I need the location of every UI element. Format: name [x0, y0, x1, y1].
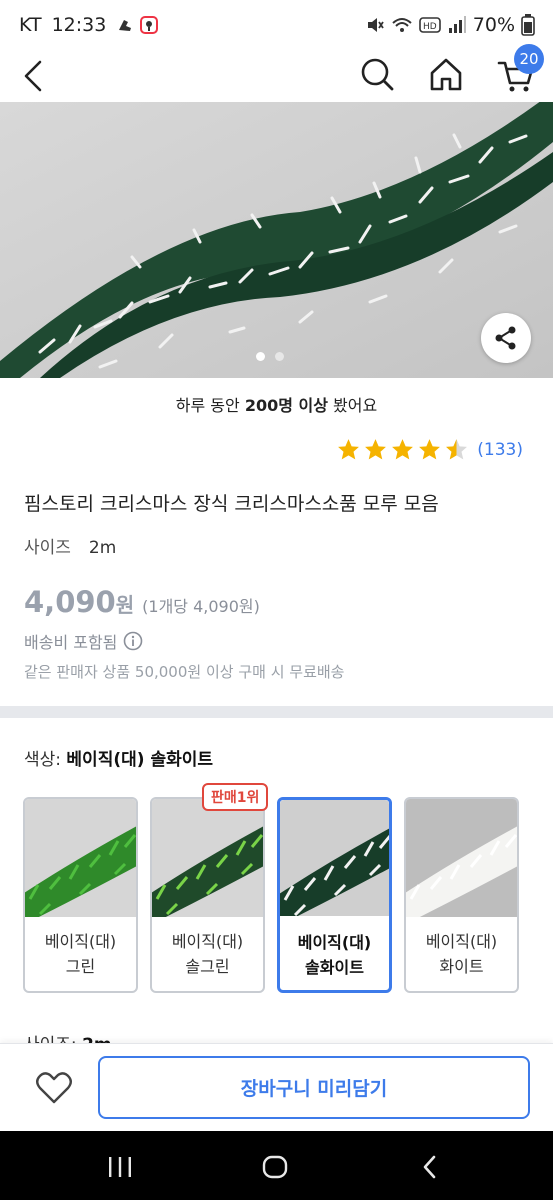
- add-to-cart-button[interactable]: 장바구니 미리담기: [98, 1056, 530, 1119]
- top-nav-bar: 20: [0, 44, 553, 102]
- carousel-dot: [275, 352, 284, 361]
- boot-notification-icon: [119, 20, 132, 31]
- size-info-value: 2m: [88, 538, 117, 558]
- system-back-icon[interactable]: [420, 1155, 440, 1179]
- option-thumbnail: [152, 799, 263, 917]
- star-full-icon: [338, 439, 360, 460]
- shipping-text: 배송비 포함됨: [24, 633, 118, 652]
- view-count-text: 하루 동안 200명 이상 봤어요: [0, 392, 553, 416]
- color-option-sol-green[interactable]: 판매1위 베이직(대) 솔그린: [150, 783, 269, 993]
- free-shipping-note: 같은 판매자 상품 50,000원 이상 구매 시 무료배송: [24, 663, 345, 681]
- color-option-sol-white[interactable]: 베이직(대) 솔화이트: [277, 797, 392, 993]
- views-count: 200명 이상: [244, 396, 328, 415]
- clock: 12:33: [51, 14, 107, 36]
- recent-apps-icon[interactable]: [107, 1156, 133, 1178]
- signal-icon: [448, 16, 466, 33]
- option-label: 베이직(대) 화이트: [406, 917, 517, 979]
- carousel-dot: [256, 352, 265, 361]
- price: 4,090원: [24, 585, 134, 619]
- color-option-white[interactable]: 베이직(대) 화이트: [404, 797, 519, 993]
- size-info: 사이즈 2m: [24, 533, 134, 558]
- best-seller-badge: 판매1위: [202, 783, 269, 811]
- star-full-icon: [392, 439, 414, 460]
- option-label-line2: 솔그린: [185, 957, 230, 976]
- option-label: 베이직(대) 그린: [25, 917, 136, 979]
- option-thumbnail: [406, 799, 517, 917]
- option-label-line2: 그린: [65, 957, 96, 976]
- carrier-label: KT: [19, 14, 42, 36]
- status-left: KT 12:33: [19, 14, 159, 36]
- status-right: HD 70%: [365, 14, 535, 36]
- unit-price: (1개당 4,090원): [142, 597, 260, 616]
- option-label: 베이직(대) 솔그린: [152, 917, 263, 979]
- star-half-icon: [446, 439, 468, 460]
- option-label-line1: 베이직(대): [44, 932, 117, 951]
- product-title: 핌스토리 크리스마스 장식 크리스마스소품 모루 모음: [24, 493, 439, 515]
- hd-icon: HD: [418, 17, 441, 33]
- share-icon: [495, 326, 516, 350]
- cart-count-badge: 20: [514, 44, 544, 74]
- color-option-green[interactable]: 베이직(대) 그린: [23, 797, 138, 993]
- product-image-carousel[interactable]: [0, 102, 553, 378]
- star-full-icon: [365, 439, 387, 460]
- color-options: 베이직(대) 그린 판매1위 베이직(대) 솔그린 베이직(대) 솔화이트 베이직(대…: [23, 783, 519, 993]
- mute-icon: [367, 18, 384, 32]
- color-selected-value: 베이직(대) 솔화이트: [66, 750, 213, 770]
- color-label-prefix: 색상:: [24, 750, 67, 770]
- android-nav-bar: [0, 1131, 553, 1200]
- battery-percent: 70%: [472, 14, 515, 36]
- option-thumbnail: [25, 799, 136, 917]
- status-bar: KT 12:33 HD 70%: [0, 0, 553, 52]
- price-unit: 원: [115, 593, 135, 617]
- price-row: 4,090원 (1개당 4,090원): [24, 585, 260, 619]
- svg-text:HD: HD: [423, 22, 437, 32]
- views-prefix: 하루 동안: [175, 396, 245, 415]
- star-full-icon: [419, 439, 441, 460]
- views-suffix: 봤어요: [327, 396, 378, 415]
- option-label-line1: 베이직(대): [425, 932, 498, 951]
- color-selector-label: 색상: 베이직(대) 솔화이트: [24, 745, 213, 770]
- wifi-icon: [392, 18, 412, 32]
- option-label-line1: 베이직(대): [297, 933, 372, 952]
- option-label-line1: 베이직(대): [171, 932, 244, 951]
- back-arrow-icon[interactable]: [18, 56, 52, 96]
- product-photo: [0, 102, 553, 378]
- search-icon[interactable]: [358, 55, 396, 95]
- size-info-label: 사이즈: [24, 538, 71, 558]
- option-label-line2: 솔화이트: [305, 958, 364, 977]
- option-label-line2: 화이트: [439, 957, 484, 976]
- home-button-icon[interactable]: [262, 1155, 288, 1179]
- notification-icons: [116, 16, 159, 34]
- carousel-dots: [256, 352, 284, 361]
- shipping-info: 배송비 포함됨: [24, 629, 143, 653]
- option-label: 베이직(대) 솔화이트: [280, 918, 389, 980]
- location-pin-icon: [140, 16, 159, 34]
- share-button[interactable]: [481, 313, 531, 363]
- info-icon[interactable]: [123, 631, 143, 651]
- product-rating[interactable]: (133): [336, 437, 523, 462]
- price-number: 4,090: [24, 585, 116, 619]
- home-icon[interactable]: [427, 55, 465, 95]
- star-rating: [336, 437, 469, 462]
- section-divider: [0, 706, 553, 718]
- heart-icon[interactable]: [34, 1068, 74, 1108]
- battery-icon: [521, 14, 535, 36]
- bottom-action-bar: 장바구니 미리담기: [0, 1043, 553, 1131]
- option-thumbnail: [280, 800, 389, 918]
- review-count-link[interactable]: (133): [477, 440, 523, 460]
